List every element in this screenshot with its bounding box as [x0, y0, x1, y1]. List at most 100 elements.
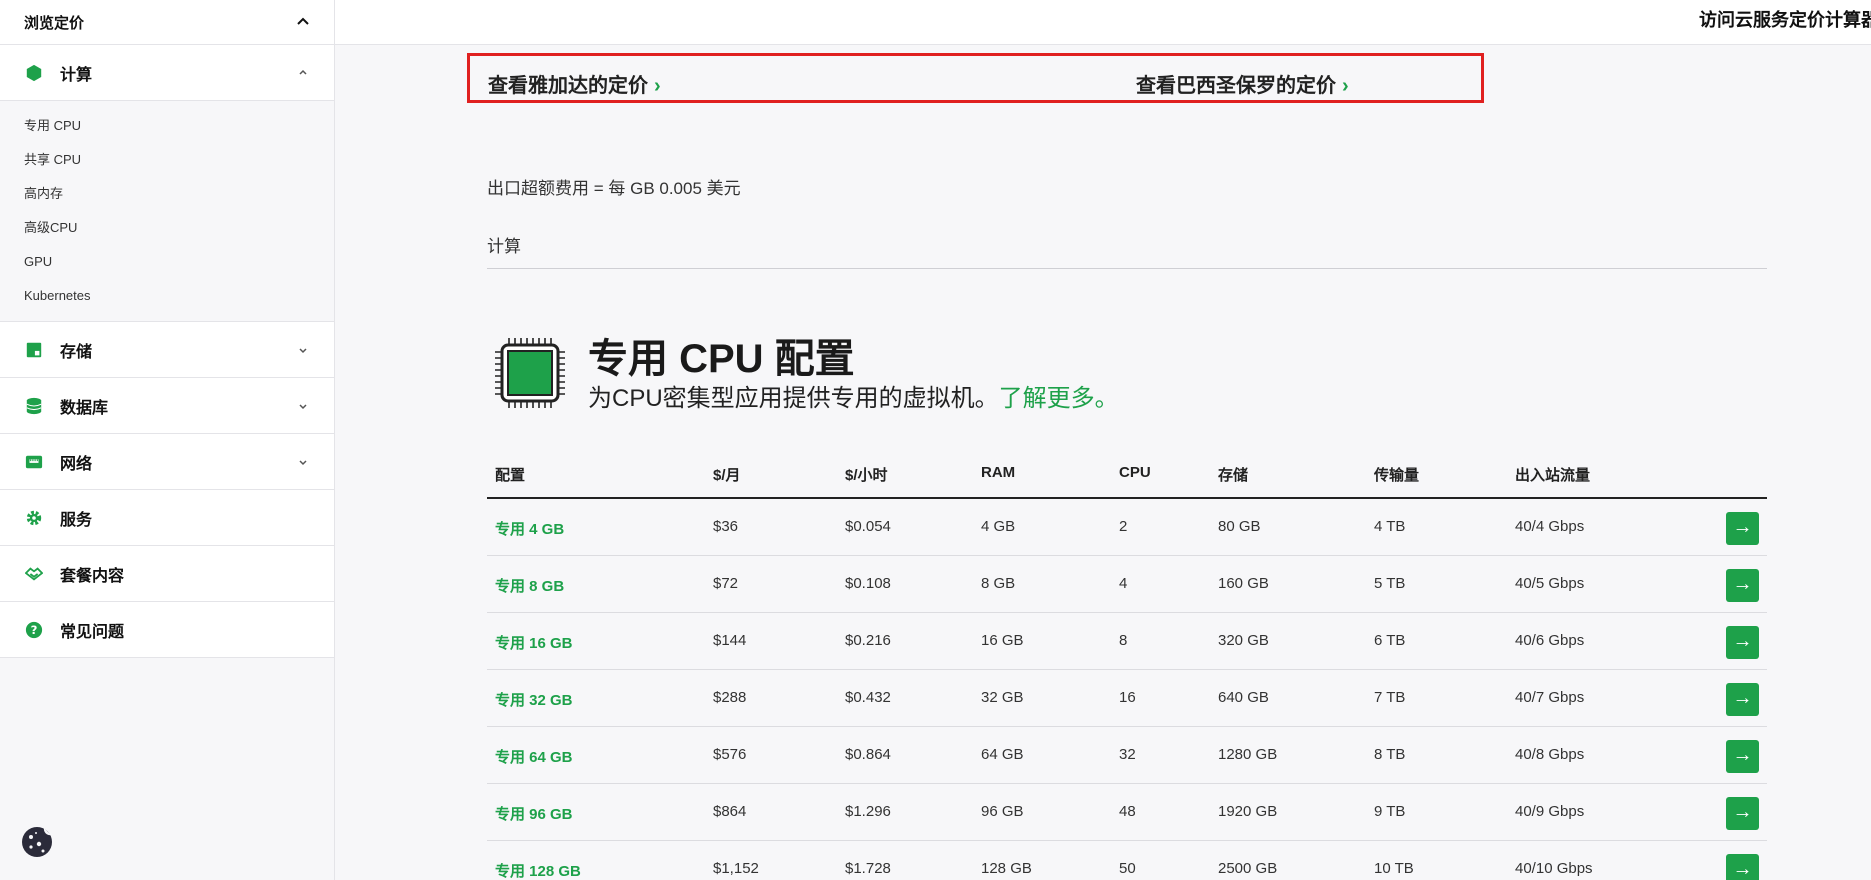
sidebar-section-label: 网络: [60, 455, 93, 473]
storage-value: 1920 GB: [1218, 803, 1278, 820]
monthly-price: $576: [713, 746, 747, 763]
question-icon: ?: [24, 620, 44, 640]
monthly-price: $1,152: [713, 860, 759, 877]
dedicated-cpu-title: 专用 CPU 配置: [588, 337, 855, 381]
storage-value: 320 GB: [1218, 632, 1269, 649]
ram-value: 32 GB: [981, 689, 1024, 706]
arrow-right-button[interactable]: →: [1726, 626, 1759, 659]
sidebar-section-storage[interactable]: 存储: [0, 322, 334, 378]
hourly-price: $0.108: [845, 575, 891, 592]
sidebar-item-kubernetes[interactable]: Kubernetes: [0, 279, 334, 313]
network-value: 40/8 Gbps: [1515, 746, 1585, 763]
cpu-chip-icon: [493, 336, 567, 410]
plan-name-link[interactable]: 专用 64 GB: [495, 746, 573, 767]
arrow-right-button[interactable]: →: [1726, 854, 1759, 880]
arrow-right-button[interactable]: →: [1726, 740, 1759, 773]
pricing-calculator-link[interactable]: 访问云服务定价计算器: [1699, 6, 1871, 32]
sidebar-header[interactable]: 浏览定价: [0, 0, 334, 45]
sidebar-section-label: 数据库: [60, 399, 109, 417]
plan-name-link[interactable]: 专用 16 GB: [495, 632, 573, 653]
egress-overage-note: 出口超额费用 = 每 GB 0.005 美元: [487, 179, 741, 198]
cpu-value: 32: [1119, 746, 1136, 763]
sidebar-section-label: 服务: [60, 511, 93, 529]
arrow-right-button[interactable]: →: [1726, 512, 1759, 545]
sidebar-item-shared-cpu[interactable]: 共享 CPU: [0, 143, 334, 177]
table-row: 专用 4 GB $36 $0.054 4 GB 2 80 GB 4 TB 40/4 Gbps →: [487, 499, 1767, 556]
bundle-icon: [24, 564, 44, 584]
sidebar-section-bundles[interactable]: 套餐内容: [0, 546, 334, 602]
network-icon: [24, 452, 44, 472]
sidebar-section-database[interactable]: 数据库: [0, 378, 334, 434]
plan-name-link[interactable]: 专用 8 GB: [495, 575, 564, 596]
svg-text:?: ?: [31, 623, 38, 637]
plan-name-link[interactable]: 专用 32 GB: [495, 689, 573, 710]
sidebar-section-label: 套餐内容: [60, 567, 125, 585]
jakarta-pricing-label: 查看雅加达的定价: [488, 75, 648, 97]
cpu-value: 2: [1119, 518, 1128, 535]
network-value: 40/4 Gbps: [1515, 518, 1585, 535]
sidebar-item-high-memory[interactable]: 高内存: [0, 177, 334, 211]
sidebar-section-faq[interactable]: ? 常见问题: [0, 602, 334, 658]
table-row: 专用 16 GB $144 $0.216 16 GB 8 320 GB 6 TB 40/6 G…: [487, 613, 1767, 670]
saopaulo-pricing-label: 查看巴西圣保罗的定价: [1136, 75, 1336, 97]
arrow-right-button[interactable]: →: [1726, 569, 1759, 602]
sidebar-item-premium-cpu[interactable]: 高级CPU: [0, 211, 334, 245]
transfer-value: 4 TB: [1374, 518, 1406, 535]
arrow-right-button[interactable]: →: [1726, 683, 1759, 716]
sidebar-section-compute[interactable]: 计算: [0, 45, 334, 101]
transfer-value: 8 TB: [1374, 746, 1406, 763]
sidebar-section-label: 常见问题: [60, 623, 125, 641]
dedicated-cpu-description: 为CPU密集型应用提供专用的虚拟机。了解更多。: [588, 378, 1119, 413]
saopaulo-pricing-link[interactable]: 查看巴西圣保罗的定价 ›: [1136, 69, 1349, 98]
hourly-price: $0.216: [845, 632, 891, 649]
sidebar-title: 浏览定价: [24, 14, 85, 32]
learn-more-link[interactable]: 了解更多。: [999, 385, 1119, 412]
database-icon: [24, 396, 44, 416]
hourly-price: $1.728: [845, 860, 891, 877]
sidebar: 浏览定价 计算 专用 CPU 共享 CPU 高内存 高级CPU GPU Kube…: [0, 0, 335, 880]
cpu-value: 4: [1119, 575, 1128, 592]
network-value: 40/5 Gbps: [1515, 575, 1585, 592]
sidebar-section-services[interactable]: 服务: [0, 490, 334, 546]
column-header-cpu: CPU: [1119, 464, 1151, 481]
transfer-value: 9 TB: [1374, 803, 1406, 820]
cpu-value: 8: [1119, 632, 1128, 649]
column-header-network: 出入站流量: [1515, 467, 1591, 484]
chevron-right-icon: ›: [1342, 75, 1349, 97]
sidebar-section-network[interactable]: 网络: [0, 434, 334, 490]
ram-value: 4 GB: [981, 518, 1016, 535]
chevron-up-icon[interactable]: [296, 15, 310, 29]
ram-value: 96 GB: [981, 803, 1024, 820]
region-links-box: 查看雅加达的定价 › 查看巴西圣保罗的定价 ›: [467, 53, 1484, 103]
jakarta-pricing-link[interactable]: 查看雅加达的定价 ›: [488, 69, 661, 98]
ram-value: 128 GB: [981, 860, 1032, 877]
storage-value: 2500 GB: [1218, 860, 1278, 877]
table-row: 专用 128 GB $1,152 $1.728 128 GB 50 2500 GB 10 T…: [487, 841, 1767, 880]
storage-value: 160 GB: [1218, 575, 1269, 592]
cpu-value: 48: [1119, 803, 1136, 820]
column-header-plan: 配置: [495, 467, 526, 484]
arrow-right-button[interactable]: →: [1726, 797, 1759, 830]
cpu-value: 50: [1119, 860, 1136, 877]
plan-name-link[interactable]: 专用 128 GB: [495, 860, 581, 880]
monthly-price: $144: [713, 632, 747, 649]
table-row: 专用 64 GB $576 $0.864 64 GB 32 1280 GB 8 TB 40/8…: [487, 727, 1767, 784]
sidebar-item-dedicated-cpu[interactable]: 专用 CPU: [0, 109, 334, 143]
top-bar: 访问云服务定价计算器: [335, 0, 1871, 45]
chevron-right-icon: ›: [654, 75, 661, 97]
plan-name-link[interactable]: 专用 4 GB: [495, 518, 564, 539]
table-row: 专用 32 GB $288 $0.432 32 GB 16 640 GB 7 TB 40/7 …: [487, 670, 1767, 727]
ram-value: 8 GB: [981, 575, 1016, 592]
sidebar-compute-submenu: 专用 CPU 共享 CPU 高内存 高级CPU GPU Kubernetes: [0, 101, 334, 322]
sidebar-item-gpu[interactable]: GPU: [0, 245, 334, 279]
cookie-settings-icon[interactable]: [20, 825, 54, 859]
plan-name-link[interactable]: 专用 96 GB: [495, 803, 573, 824]
network-value: 40/9 Gbps: [1515, 803, 1585, 820]
hourly-price: $1.296: [845, 803, 891, 820]
storage-value: 640 GB: [1218, 689, 1269, 706]
transfer-value: 6 TB: [1374, 632, 1406, 649]
network-value: 40/7 Gbps: [1515, 689, 1585, 706]
column-header-storage: 存储: [1218, 467, 1249, 484]
storage-icon: [24, 340, 44, 360]
sidebar-section-label: 计算: [60, 66, 93, 84]
